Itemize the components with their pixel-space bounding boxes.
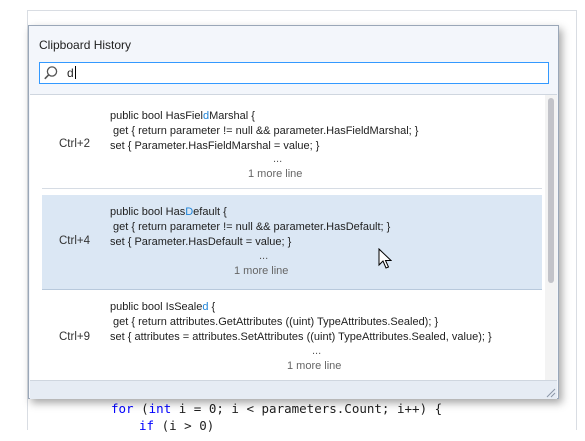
list-item[interactable]: Ctrl+2 public bool HasFieldMarshal { get… bbox=[42, 95, 542, 189]
search-value: d bbox=[67, 66, 74, 80]
item-more-lines: 1 more line bbox=[248, 168, 303, 180]
text-caret bbox=[74, 66, 76, 79]
clipboard-list[interactable]: Ctrl+2 public bool HasFieldMarshal { get… bbox=[30, 94, 557, 380]
item-more-lines: 1 more line bbox=[287, 360, 342, 372]
mouse-pointer-icon bbox=[378, 248, 392, 269]
list-item-selected[interactable]: Ctrl+4 public bool HasDefault { get { re… bbox=[42, 195, 542, 290]
match-highlight: D bbox=[185, 206, 194, 218]
code-line-if[interactable]: if (i > 0) bbox=[139, 418, 214, 433]
search-input[interactable]: d bbox=[39, 62, 549, 84]
item-code: public bool IsSealed { get { return attr… bbox=[110, 301, 492, 343]
list-item[interactable]: Ctrl+9 public bool IsSealed { get { retu… bbox=[42, 291, 542, 380]
keyword-int: int bbox=[148, 401, 172, 416]
popup-title: Clipboard History bbox=[39, 38, 132, 52]
editor-border-right bbox=[576, 10, 577, 430]
code-text: (i > 0) bbox=[154, 418, 215, 433]
popup-footer bbox=[30, 380, 557, 399]
editor-divider bbox=[28, 10, 577, 11]
code-text: ( bbox=[133, 401, 149, 416]
item-ellipsis: ... bbox=[273, 153, 283, 165]
resize-grip-icon[interactable] bbox=[544, 386, 556, 398]
item-code: public bool HasDefault { get { return pa… bbox=[110, 206, 391, 248]
keyword-if: if bbox=[139, 418, 155, 433]
keyword-for: for bbox=[111, 401, 134, 416]
item-ellipsis: ... bbox=[259, 250, 269, 262]
clipboard-history-popup: Clipboard History d Ctrl+2 public bool H… bbox=[28, 25, 559, 399]
item-shortcut: Ctrl+2 bbox=[59, 138, 90, 150]
code-text: i = 0; i < parameters.Count; i++) { bbox=[171, 401, 443, 416]
search-icon bbox=[44, 66, 58, 80]
item-ellipsis: ... bbox=[312, 345, 322, 357]
item-more-lines: 1 more line bbox=[234, 265, 289, 277]
item-code: public bool HasFieldMarshal { get { retu… bbox=[110, 110, 419, 152]
code-line-for[interactable]: for (int i = 0; i < parameters.Count; i+… bbox=[111, 401, 442, 416]
item-shortcut: Ctrl+9 bbox=[59, 331, 90, 343]
item-shortcut: Ctrl+4 bbox=[59, 235, 90, 247]
scrollbar-thumb[interactable] bbox=[548, 98, 554, 283]
vertical-scrollbar[interactable] bbox=[545, 95, 557, 380]
